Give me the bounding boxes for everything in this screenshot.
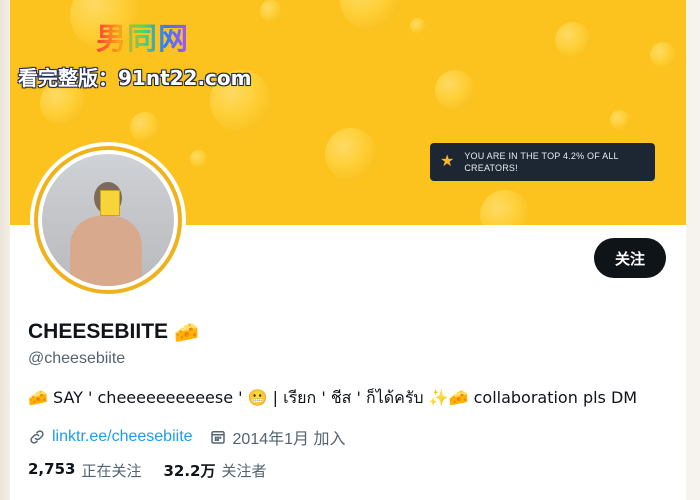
top-creator-badge: ★ YOU ARE IN THE TOP 4.2% OF ALL CREATOR… [430, 143, 655, 181]
join-date-text: 2014年1月 加入 [232, 431, 346, 448]
avatar[interactable] [30, 142, 186, 298]
following-count: 2,753 [28, 460, 76, 478]
cheese-hole [325, 128, 377, 180]
website-link[interactable]: linktr.ee/cheesebiite [52, 428, 193, 446]
display-name: CHEESEBIITE [28, 320, 169, 343]
avatar-mosaic [100, 190, 120, 216]
profile-page: 男同网 看完整版：91nt22.com ★ YOU ARE IN THE TOP… [10, 0, 686, 500]
cheese-hole [480, 190, 530, 225]
website: linktr.ee/cheesebiite [28, 428, 193, 446]
watermark-logo: 男同网 [96, 14, 189, 58]
star-icon: ★ [440, 153, 455, 170]
cheese-hole [555, 22, 591, 58]
followers-stat[interactable]: 32.2万 关注者 [163, 460, 266, 481]
cheese-hole [340, 0, 400, 30]
cheese-hole [190, 150, 208, 168]
link-icon [30, 430, 44, 444]
cheese-hole [650, 42, 676, 68]
join-date: 2014年1月 加入 [209, 425, 346, 449]
badge-text-line1: YOU ARE IN THE TOP 4.2% OF ALL [464, 151, 619, 161]
followers-label: 关注者 [221, 462, 267, 480]
following-stat[interactable]: 2,753 正在关注 [28, 460, 141, 481]
profile-bio: 🧀 SAY ' cheeeeeeeeeese ' 😬 | เรียก ' ชีส… [28, 388, 638, 407]
name-row: CHEESEBIITE 🧀 [28, 320, 199, 344]
badge-text-line2: CREATORS! [464, 163, 518, 173]
cheese-hole [410, 18, 426, 34]
follow-stats: 2,753 正在关注 32.2万 关注者 [28, 460, 267, 481]
avatar-photo [42, 154, 174, 286]
profile-meta: linktr.ee/cheesebiite 2014年1月 加入 [28, 425, 345, 449]
cheese-hole [610, 110, 630, 130]
cheese-emoji-icon: 🧀 [174, 320, 199, 344]
cheese-hole [435, 70, 475, 110]
cheese-hole [260, 0, 282, 22]
follow-button[interactable]: 关注 [594, 238, 666, 278]
followers-count: 32.2万 [163, 462, 216, 480]
cheese-hole [130, 112, 160, 142]
user-handle: @cheesebiite [28, 350, 126, 367]
following-label: 正在关注 [81, 462, 142, 480]
calendar-icon [210, 431, 225, 444]
watermark-text: 看完整版：91nt22.com [18, 66, 252, 90]
